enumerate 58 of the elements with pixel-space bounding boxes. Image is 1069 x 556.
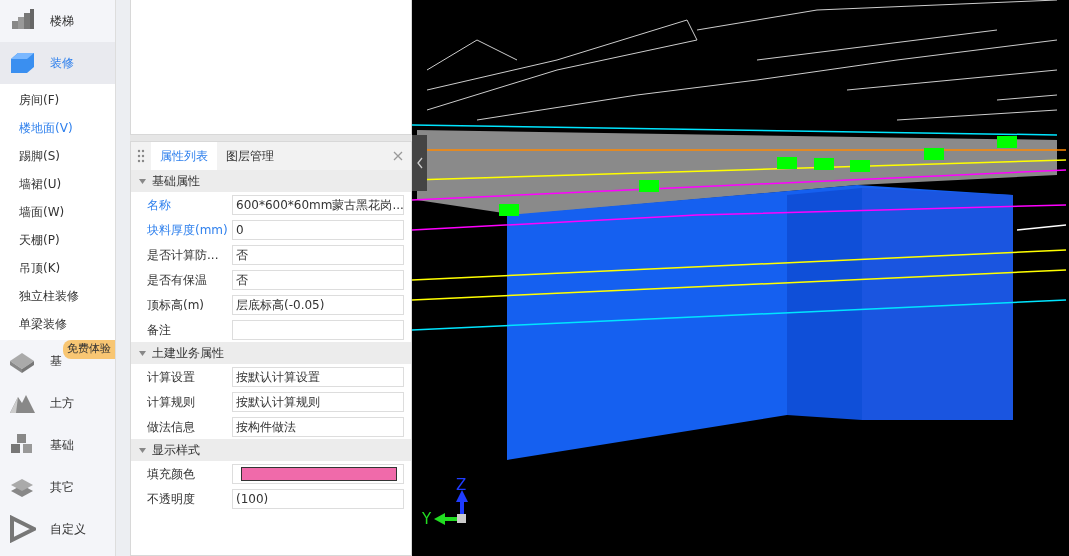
sidebar-subitem[interactable]: 吊顶(K) <box>0 254 115 282</box>
sidebar-subitem[interactable]: 踢脚(S) <box>0 142 115 170</box>
sidebar-subitem[interactable]: 墙裙(U) <box>0 170 115 198</box>
property-label: 备注 <box>147 321 172 339</box>
caret-icon <box>139 178 146 184</box>
color-field[interactable] <box>232 463 404 484</box>
sidebar-subitem[interactable]: 独立柱装修 <box>0 282 115 310</box>
property-field[interactable]: 层底标高(-0.05) <box>232 294 404 315</box>
sidebar-item[interactable]: 自定义 <box>0 508 115 550</box>
sidebar-subitem[interactable]: 房间(F) <box>0 86 115 114</box>
property-label: 填充颜色 <box>147 465 196 483</box>
group-title: 显示样式 <box>152 442 200 459</box>
group-header[interactable]: 显示样式 <box>131 439 411 461</box>
caret-icon <box>139 447 146 453</box>
property-label: 块料厚度(mm) <box>147 221 229 239</box>
axis-label: Y <box>422 512 432 527</box>
property-field[interactable]: 否 <box>232 269 404 290</box>
scrollbar-track[interactable] <box>115 0 130 556</box>
color-swatch[interactable] <box>241 466 397 481</box>
sidebar-subitem[interactable]: 墙面(W) <box>0 198 115 226</box>
trial-badge: 免费体验 <box>63 340 115 359</box>
property-label: 名称 <box>147 196 172 214</box>
sidebar-item[interactable]: 其它 <box>0 466 115 508</box>
group-title: 基础属性 <box>152 173 200 190</box>
property-field[interactable]: 按构件做法 <box>232 416 404 437</box>
property-label: 是否计算防... <box>147 246 220 264</box>
panel-tab[interactable]: 图层管理 <box>217 142 283 170</box>
group-header[interactable]: 土建业务属性 <box>131 342 411 364</box>
property-label: 是否有保温 <box>147 271 208 289</box>
caret-icon <box>139 350 146 356</box>
sidebar-subitem[interactable]: 单梁装修 <box>0 310 115 338</box>
property-field[interactable]: 0 <box>232 219 404 240</box>
drag-handle-icon[interactable] <box>137 149 145 163</box>
property-label: 做法信息 <box>147 418 196 436</box>
close-icon[interactable] <box>393 151 403 161</box>
property-field[interactable]: 按默认计算规则 <box>232 391 404 412</box>
property-label: 顶标高(m) <box>147 296 206 314</box>
triangle-icon <box>8 515 36 543</box>
sidebar-item[interactable]: 土方 <box>0 382 115 424</box>
property-field[interactable]: 按默认计算设置 <box>232 366 404 387</box>
property-label: 计算规则 <box>147 393 196 411</box>
sidebar-item[interactable]: 楼梯 <box>0 0 115 42</box>
collapse-handle[interactable] <box>412 135 427 191</box>
property-field[interactable]: 600*600*60mm蒙古黑花岗... <box>232 194 404 215</box>
property-label: 不透明度 <box>147 490 196 508</box>
group-header[interactable]: 基础属性 <box>131 170 411 192</box>
sidebar-item[interactable]: 基础 <box>0 424 115 466</box>
property-field[interactable] <box>232 319 404 340</box>
sidebar-subitem[interactable]: 天棚(P) <box>0 226 115 254</box>
property-field[interactable]: 否 <box>232 244 404 265</box>
sidebar-item[interactable]: 基 免费体验 <box>0 340 115 382</box>
sidebar-subitem[interactable]: 楼地面(V) <box>0 114 115 142</box>
property-field[interactable]: (100) <box>232 488 404 509</box>
axis-arrows-drawing <box>434 490 468 525</box>
group-title: 土建业务属性 <box>152 345 224 362</box>
axis-label: Z <box>456 478 467 493</box>
panel-tab[interactable]: 属性列表 <box>151 142 217 170</box>
property-label: 计算设置 <box>147 368 196 386</box>
